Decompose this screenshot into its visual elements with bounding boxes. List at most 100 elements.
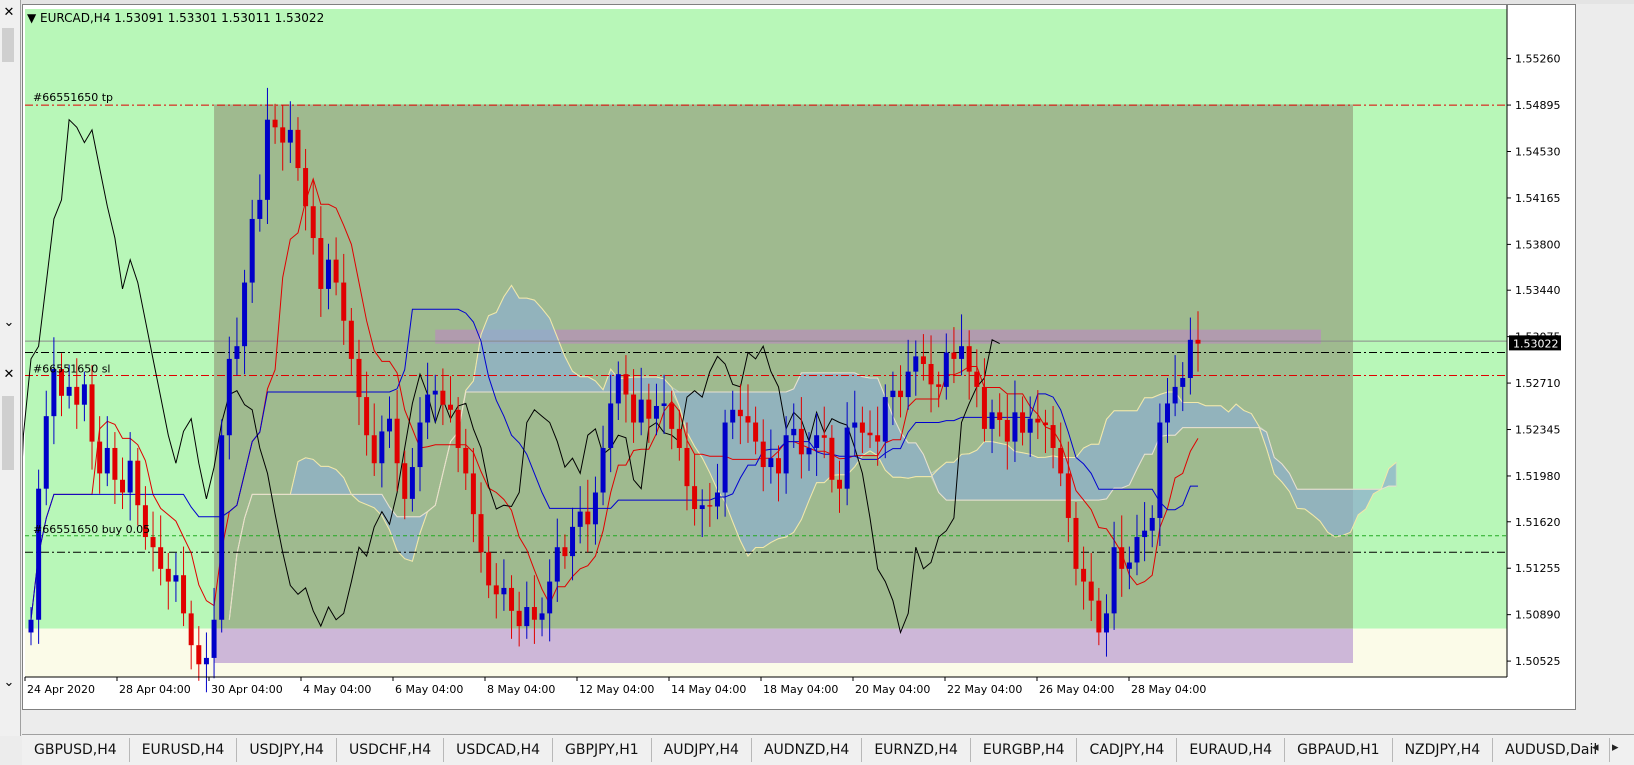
symbol-tab[interactable]: USDCAD,H4 xyxy=(444,738,554,762)
candle-body xyxy=(470,473,476,515)
candle-body xyxy=(722,422,728,493)
candle-body xyxy=(394,418,400,464)
symbol-tab[interactable]: GBPAUD,H1 xyxy=(1285,738,1393,762)
time-tick-label: 28 Apr 04:00 xyxy=(119,683,191,696)
candle-body xyxy=(97,441,103,474)
candle-body xyxy=(852,422,858,428)
candle-body xyxy=(173,575,179,582)
candle-body xyxy=(615,374,621,404)
candle-body xyxy=(463,447,469,474)
candle-body xyxy=(669,403,675,429)
candle-body xyxy=(325,259,331,289)
candle-body xyxy=(1050,425,1056,448)
price-tick-label: 1.53800 xyxy=(1515,238,1561,251)
symbol-tab[interactable]: AUDNZD,H4 xyxy=(752,738,863,762)
close-subpanel-icon[interactable]: ✕ xyxy=(2,368,16,382)
candle-body xyxy=(592,492,598,525)
purple-zone-bottom xyxy=(214,628,1353,664)
candle-body xyxy=(1111,547,1117,614)
subpanel-scroll-thumb[interactable] xyxy=(2,396,14,470)
candle-body xyxy=(684,447,690,487)
price-tick-label: 1.51255 xyxy=(1515,562,1561,575)
time-tick-label: 22 May 04:00 xyxy=(947,683,1022,696)
candle-body xyxy=(898,390,904,398)
candle-body xyxy=(997,412,1003,420)
candle-body xyxy=(966,346,972,372)
candle-body xyxy=(51,369,57,417)
symbol-tab[interactable]: GBPJPY,H1 xyxy=(553,738,652,762)
candle-body xyxy=(646,399,652,419)
panel-scroll-thumb[interactable] xyxy=(2,28,14,62)
price-tick-label: 1.54165 xyxy=(1515,192,1561,205)
current-price-label: 1.53022 xyxy=(1513,337,1559,350)
symbol-tab-bar: GBPUSD,H4 EURUSD,H4 USDJPY,H4 USDCHF,H4 USDC… xyxy=(22,734,1634,765)
candle-body xyxy=(440,390,446,405)
price-tick-label: 1.50525 xyxy=(1515,655,1561,668)
sl-order-label: #66551650 sl xyxy=(33,362,111,375)
candle-body xyxy=(104,447,110,474)
time-tick-label: 14 May 04:00 xyxy=(671,683,746,696)
price-tick-label: 1.52345 xyxy=(1515,424,1561,437)
candle-body xyxy=(364,397,370,436)
candle-body xyxy=(547,581,553,614)
close-panel-icon[interactable]: ✕ xyxy=(2,6,16,20)
candle-body xyxy=(1065,473,1071,518)
symbol-tab[interactable]: EURGBP,H4 xyxy=(971,738,1078,762)
candle-body xyxy=(36,488,42,620)
candle-body xyxy=(653,405,659,419)
candle-body xyxy=(959,346,965,359)
tab-scroll-right-icon[interactable]: ▸ xyxy=(1612,740,1619,755)
time-tick-label: 24 Apr 2020 xyxy=(27,683,95,696)
collapse-panel-icon[interactable]: ⌄ xyxy=(2,316,16,330)
candle-body xyxy=(1096,600,1102,633)
candle-body xyxy=(554,547,560,582)
candle-body xyxy=(798,428,804,455)
symbol-tab[interactable]: AUDJPY,H4 xyxy=(652,738,752,762)
symbol-tab[interactable]: EURAUD,H4 xyxy=(1177,738,1286,762)
symbol-tab[interactable]: EURNZD,H4 xyxy=(862,738,971,762)
candle-body xyxy=(989,412,995,429)
candle-body xyxy=(638,399,644,423)
symbol-tab[interactable]: GBPUSD,H4 xyxy=(22,738,130,762)
collapse-subpanel-icon[interactable]: ⌄ xyxy=(2,676,16,690)
price-tick-label: 1.54530 xyxy=(1515,146,1561,159)
candle-body xyxy=(1149,517,1155,531)
candle-body xyxy=(333,259,339,283)
candle-body xyxy=(821,435,827,438)
candle-body xyxy=(371,435,377,464)
symbol-tab[interactable]: USDCHF,H4 xyxy=(337,738,445,762)
symbol-tab[interactable]: EURUSD,H4 xyxy=(130,738,238,762)
candle-body xyxy=(539,613,545,620)
left-gutter: ✕ ⌄ ✕ ⌄ xyxy=(0,0,21,736)
time-tick-label: 26 May 04:00 xyxy=(1039,683,1114,696)
time-tick-label: 6 May 04:00 xyxy=(395,683,463,696)
candle-body xyxy=(920,356,926,364)
candle-body xyxy=(379,431,385,464)
candle-body xyxy=(829,437,835,480)
price-chart[interactable]: #66551650 tp #66551650 sl #66551650 buy 0.… xyxy=(23,5,1575,709)
time-tick-label: 12 May 04:00 xyxy=(579,683,654,696)
symbol-tab[interactable]: NZDJPY,H4 xyxy=(1393,738,1494,762)
tab-scroll-left-icon[interactable]: ◂ xyxy=(1592,740,1599,755)
candle-body xyxy=(386,418,392,432)
candle-body xyxy=(737,409,743,417)
candle-body xyxy=(455,409,461,448)
candle-body xyxy=(150,537,156,548)
candle-body xyxy=(753,422,759,442)
candle-body xyxy=(417,422,423,468)
candle-body xyxy=(1027,418,1033,433)
candle-body xyxy=(425,394,431,423)
candle-body xyxy=(135,460,141,506)
candle-body xyxy=(1004,419,1010,442)
candle-body xyxy=(981,386,987,429)
candle-body xyxy=(211,619,217,658)
time-tick-label: 30 Apr 04:00 xyxy=(211,683,283,696)
symbol-tab[interactable]: USDJPY,H4 xyxy=(237,738,337,762)
symbol-tab[interactable]: CADJPY,H4 xyxy=(1077,738,1178,762)
candle-body xyxy=(478,514,484,553)
candle-body xyxy=(158,547,164,569)
candle-body xyxy=(486,552,492,586)
price-tick-label: 1.52710 xyxy=(1515,377,1561,390)
candle-body xyxy=(1164,403,1170,423)
chart-window[interactable]: #66551650 tp #66551650 sl #66551650 buy 0.… xyxy=(22,4,1576,710)
